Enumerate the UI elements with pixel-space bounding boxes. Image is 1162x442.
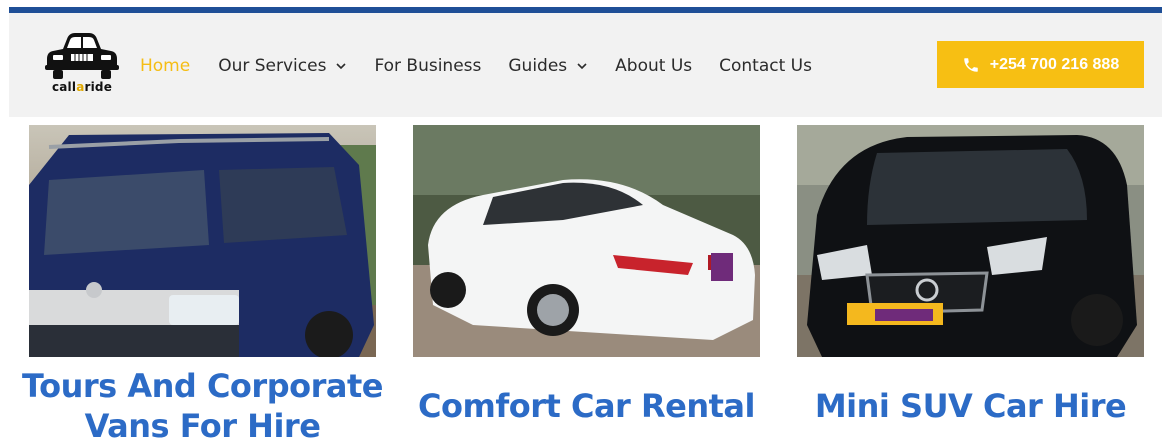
car-logo-icon [45,33,119,79]
dark-blue-toyota-hiace-van-photo[interactable] [29,125,376,357]
phone-icon [962,56,980,74]
black-nissan-dualis-suv-photo[interactable] [797,125,1144,357]
nav-item-our-services[interactable]: Our Services [218,56,347,76]
service-card-tours-vans[interactable]: Tours And Corporate Vans For Hire [22,125,383,442]
logo-wordmark: callaride [51,80,113,94]
card-title[interactable]: Comfort Car Rental [403,386,770,426]
chevron-down-icon [576,60,588,72]
main-navigation: Home Our Services For Business Guides Ab… [140,55,812,77]
service-card-mini-suv[interactable]: Mini SUV Car Hire [797,125,1144,425]
site-header: callaride Home Our Services For Business… [9,13,1162,117]
card-title[interactable]: Mini SUV Car Hire [787,386,1154,426]
white-toyota-mark-x-sedan-photo[interactable] [413,125,760,357]
phone-number-label: +254 700 216 888 [989,55,1120,73]
nav-item-about-us[interactable]: About Us [615,56,692,76]
service-card-comfort-car[interactable]: Comfort Car Rental [413,125,760,425]
chevron-down-icon [335,60,347,72]
nav-item-for-business[interactable]: For Business [374,56,481,76]
brand-logo[interactable]: callaride [45,31,119,101]
nav-item-contact-us[interactable]: Contact Us [719,56,812,76]
card-title[interactable]: Tours And Corporate Vans For Hire [19,366,386,442]
nav-item-guides[interactable]: Guides [508,56,588,76]
nav-item-home[interactable]: Home [140,56,190,76]
call-phone-button[interactable]: +254 700 216 888 [937,41,1144,88]
